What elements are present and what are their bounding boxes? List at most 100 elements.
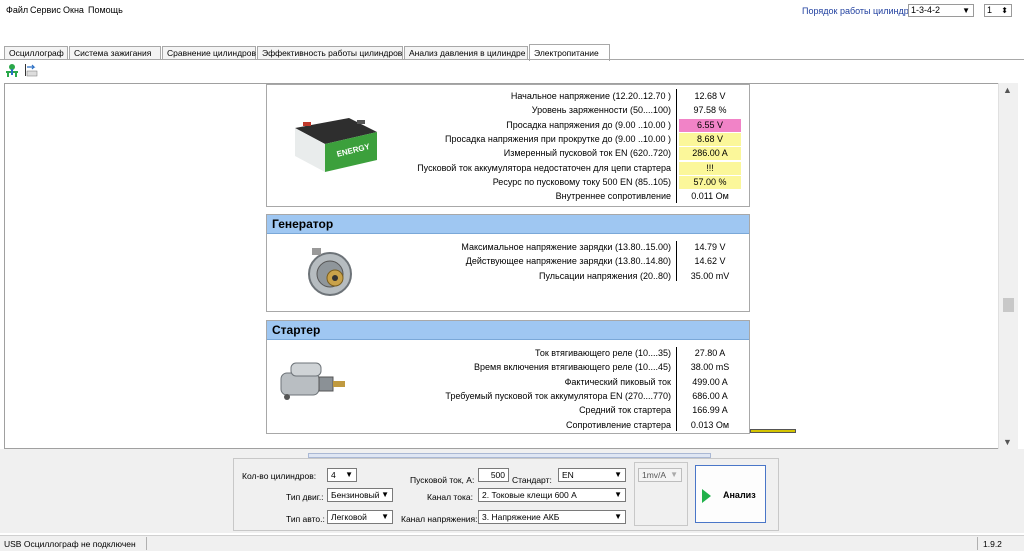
current-channel-value: 2. Токовые клещи 600 А <box>482 490 577 500</box>
start-current-label: Пусковой ток, А: <box>410 475 475 485</box>
metric-row: Требуемый пусковой ток аккумулятора EN (… <box>267 390 751 403</box>
selection-marker <box>750 429 796 433</box>
current-channel-select[interactable]: 2. Токовые клещи 600 А ▼ <box>478 488 626 502</box>
metric-row: Измеренный пусковой ток EN (620..720) 286… <box>267 147 751 161</box>
cylinder-order-select[interactable]: 1-3-4-2 ▼ <box>908 4 974 17</box>
cylinder-order-value: 1-3-4-2 <box>911 5 941 15</box>
chevron-down-icon: ▼ <box>614 490 622 499</box>
standard-label: Стандарт: <box>512 475 552 485</box>
metric-row: Пульсации напряжения (20..80) 35.00 mV <box>267 270 751 283</box>
metric-label: Просадка напряжения до (9.00 ..10.00 ) <box>506 119 671 130</box>
voltage-channel-select[interactable]: 3. Напряжение АКБ ▼ <box>478 510 626 524</box>
play-icon <box>702 489 711 503</box>
chevron-down-icon: ▼ <box>614 470 622 479</box>
chevron-down-icon: ▼ <box>345 470 353 479</box>
metric-label: Действующее напряжение зарядки (13.80..1… <box>465 256 671 267</box>
metric-value: 166.99 A <box>692 405 728 416</box>
tab-cylinder-compare[interactable]: Сравнение цилиндров <box>162 46 256 60</box>
metric-label: Фактический пиковый ток <box>564 376 671 387</box>
car-type-select[interactable]: Легковой ▼ <box>327 510 393 524</box>
metric-label: Требуемый пусковой ток аккумулятора EN (… <box>445 390 671 401</box>
metric-label: Начальное напряжение (12.20..12.70 ) <box>510 91 671 101</box>
metric-row: Средний ток стартера 166.99 A <box>267 404 751 417</box>
metric-row: Начальное напряжение (12.20..12.70 ) 12.6… <box>267 90 751 103</box>
chevron-down-icon: ▼ <box>962 6 970 15</box>
metric-row: Максимальное напряжение зарядки (13.80..… <box>267 241 751 254</box>
status-divider <box>146 537 147 550</box>
chevron-down-icon: ▼ <box>381 490 389 499</box>
status-message: USB Осциллограф не подключен <box>4 539 136 549</box>
scroll-thumb[interactable] <box>1003 298 1014 312</box>
metric-value: 97.58 % <box>693 105 727 116</box>
cylinder-number-spinner[interactable]: 1 ⬍ <box>984 4 1012 17</box>
voltage-channel-value: 3. Напряжение АКБ <box>482 512 560 522</box>
standard-select[interactable]: EN ▼ <box>558 468 626 482</box>
export-icon[interactable] <box>24 63 38 77</box>
metric-value: 14.79 V <box>694 242 726 252</box>
metric-value: 6.55 V <box>679 118 741 132</box>
metric-value: 12.68 V <box>694 91 726 101</box>
voltage-channel-label: Канал напряжения: <box>401 514 478 524</box>
engine-type-label: Тип двиг.: <box>286 492 324 502</box>
metric-label: Ресурс по пусковому току 500 EN (85..105… <box>492 176 671 187</box>
metric-value: 27.80 A <box>694 348 726 358</box>
metric-row: Просадка напряжения при прокрутке до (9.… <box>267 132 751 146</box>
metric-label: Ток втягивающего реле (10....35) <box>535 348 671 358</box>
tab-cylinder-efficiency[interactable]: Эффективность работы цилиндров <box>257 46 403 60</box>
status-bar: USB Осциллограф не подключен 1.9.2 <box>0 535 1024 551</box>
engine-type-select[interactable]: Бензиновый ▼ <box>327 488 393 502</box>
cylinder-number-value: 1 <box>987 5 993 15</box>
metric-row: Ток втягивающего реле (10....35) 27.80 A <box>267 347 751 360</box>
scroll-up-icon[interactable]: ▲ <box>1003 85 1012 95</box>
metric-value: 686.00 A <box>692 390 728 401</box>
standard-value: EN <box>562 470 574 480</box>
vertical-scrollbar[interactable]: ▲ ▼ <box>998 83 1018 449</box>
metric-label: Время включения втягивающего реле (10...… <box>474 362 671 373</box>
metric-value: 14.62 V <box>694 256 726 267</box>
metric-value: 0.011 Ом <box>691 191 729 202</box>
metric-label: Пусковой ток аккумулятора недостаточен д… <box>417 162 671 173</box>
metric-value: 286.00 A <box>679 147 741 161</box>
menu-bar: Файл Сервис Окна Помощь Порядок работы ц… <box>0 0 1024 24</box>
metric-row: Просадка напряжения до (9.00 ..10.00 ) 6.… <box>267 118 751 132</box>
menu-file[interactable]: Файл <box>6 5 28 15</box>
chevron-down-icon: ▼ <box>381 512 389 521</box>
car-type-label: Тип авто.: <box>286 514 325 524</box>
metric-row: Пусковой ток аккумулятора недостаточен д… <box>267 161 751 175</box>
battery-card: ENERGY Начальное напряжение (12.20..12.7… <box>266 84 750 207</box>
menu-service[interactable]: Сервис <box>30 5 61 15</box>
metric-label: Сопротивление стартера <box>565 419 671 430</box>
metric-value: 35.00 mV <box>690 270 730 281</box>
network-icon[interactable] <box>5 63 19 77</box>
metric-value: 38.00 mS <box>690 362 730 373</box>
spinner-arrows-icon: ⬍ <box>1001 6 1008 15</box>
start-current-input[interactable]: 500 <box>478 468 509 482</box>
tab-pressure-analysis[interactable]: Анализ давления в цилиндре <box>404 46 528 60</box>
cyl-count-label: Кол-во цилиндров: <box>242 471 317 481</box>
metric-value: !!! <box>679 161 741 175</box>
menu-windows[interactable]: Окна <box>63 5 84 15</box>
toolbar <box>0 60 1024 82</box>
scroll-down-icon[interactable]: ▼ <box>1003 437 1012 447</box>
cyl-count-select[interactable]: 4 ▼ <box>327 468 357 482</box>
tab-ignition[interactable]: Система зажигания <box>69 46 161 60</box>
metric-label: Средний ток стартера <box>579 405 671 416</box>
menu-help[interactable]: Помощь <box>88 5 123 15</box>
scale-select[interactable]: 1mv/A ▼ <box>638 468 682 482</box>
metric-row: Фактический пиковый ток 499.00 A <box>267 376 751 389</box>
metric-row: Внутреннее сопротивление 0.011 Ом <box>267 190 751 203</box>
analyze-button[interactable]: Анализ <box>695 465 766 523</box>
metric-label: Уровень заряженности (50....100) <box>531 105 671 116</box>
metric-value: 499.00 A <box>692 376 728 387</box>
tab-oscilloscope[interactable]: Осциллограф <box>4 46 68 60</box>
chevron-down-icon: ▼ <box>670 470 678 479</box>
metric-label: Внутреннее сопротивление <box>555 191 671 202</box>
tab-bar: Осциллограф Система зажигания Сравнение … <box>0 44 1024 61</box>
metric-label: Просадка напряжения при прокрутке до (9.… <box>445 133 671 144</box>
engine-type-value: Бензиновый <box>331 490 380 500</box>
metric-row: Действующее напряжение зарядки (13.80..1… <box>267 255 751 268</box>
metric-row: Уровень заряженности (50....100) 97.58 % <box>267 104 751 117</box>
chevron-down-icon: ▼ <box>614 512 622 521</box>
metric-label: Измеренный пусковой ток EN (620..720) <box>503 148 671 159</box>
metric-row: Сопротивление стартера 0.013 Ом <box>267 419 751 432</box>
